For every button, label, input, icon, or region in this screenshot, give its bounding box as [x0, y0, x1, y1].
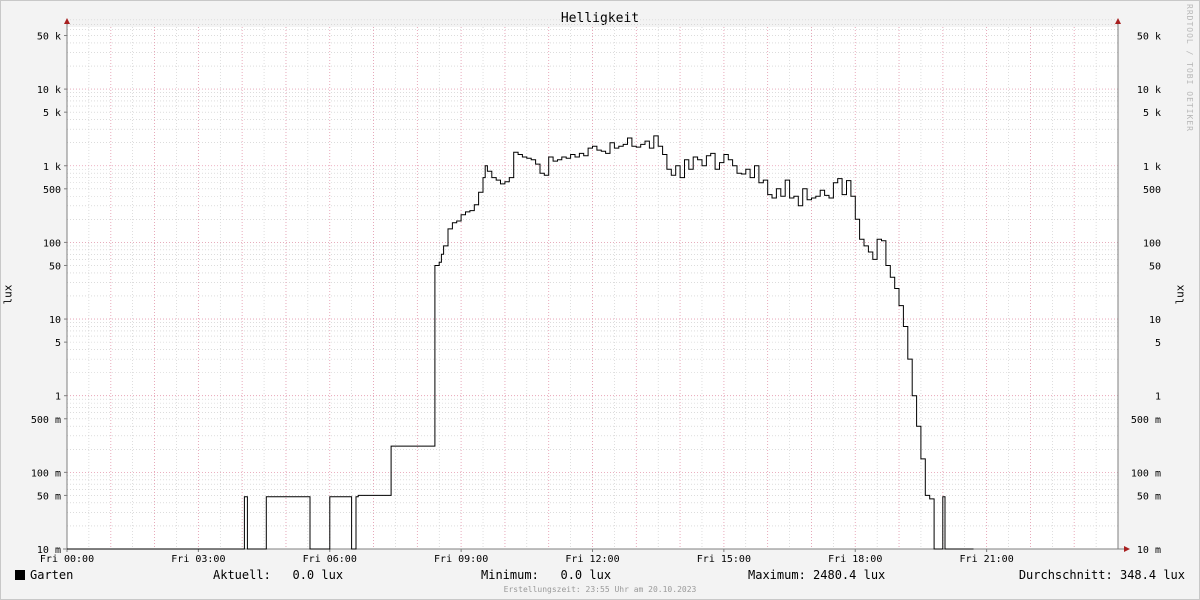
- y-tick-label-right: 5 k: [1143, 108, 1161, 119]
- y-tick-label-left: 10 k: [37, 85, 61, 96]
- x-tick-label: Fri 18:00: [828, 554, 882, 565]
- y-tick-label-left: 100: [43, 238, 61, 249]
- stat-maximum: Maximum: 2480.4 lux: [748, 568, 885, 582]
- y-tick-label-right: 10 k: [1137, 85, 1161, 96]
- x-tick-label: Fri 00:00: [40, 554, 94, 565]
- x-axis-arrow: [1124, 546, 1130, 552]
- y-tick-label-right: 1 k: [1143, 162, 1161, 173]
- stat-average-label: Durchschnitt:: [1018, 568, 1113, 582]
- y-tick-label-right: 100 m: [1131, 468, 1161, 479]
- stat-average: Durchschnitt: 348.4 lux: [1019, 568, 1185, 582]
- y-tick-label-left: 50: [49, 261, 61, 272]
- stat-current-label: Aktuell:: [213, 568, 271, 582]
- stat-minimum: Minimum: 0.0 lux: [481, 568, 611, 582]
- y-tick-label-left: 5: [55, 338, 61, 349]
- y-tick-label-left: 5 k: [43, 108, 61, 119]
- stat-current: Aktuell: 0.0 lux: [213, 568, 343, 582]
- stat-maximum-label: Maximum:: [748, 568, 806, 582]
- x-tick-label: Fri 03:00: [171, 554, 225, 565]
- legend-swatch: [15, 570, 25, 580]
- x-tick-label: Fri 21:00: [960, 554, 1014, 565]
- legend: Garten Aktuell: 0.0 lux Minimum: 0.0 lux…: [15, 568, 1185, 584]
- x-tick-label: Fri 12:00: [565, 554, 619, 565]
- y-tick-label-left: 500: [43, 185, 61, 196]
- stat-minimum-label: Minimum:: [481, 568, 539, 582]
- stat-maximum-value: 2480.4 lux: [813, 568, 886, 582]
- y-tick-label-right: 10 m: [1137, 545, 1161, 556]
- y-tick-label-left: 1 k: [43, 162, 61, 173]
- y-tick-label-right: 50 m: [1137, 491, 1161, 502]
- chart-plot: 10 m 10 m50 m 50 m100 m 100 m500 m 500 m1 15 5…: [31, 18, 1161, 565]
- y-tick-label-right: 1: [1155, 392, 1161, 403]
- y-axis-right-arrow: [1115, 18, 1121, 24]
- legend-series-name: Garten: [30, 568, 74, 582]
- y-tick-label-left: 100 m: [31, 468, 61, 479]
- y-tick-label-right: 50 k: [1137, 32, 1161, 43]
- y-tick-label-right: 500 m: [1131, 415, 1161, 426]
- stat-average-value: 348.4 lux: [1119, 568, 1185, 582]
- y-tick-label-left: 50 k: [37, 32, 61, 43]
- y-axis-left-arrow: [64, 18, 70, 24]
- y-tick-label-left: 1: [55, 392, 61, 403]
- y-tick-label-right: 500: [1143, 185, 1161, 196]
- y-tick-label-right: 10: [1149, 315, 1161, 326]
- y-tick-label-right: 5: [1155, 338, 1161, 349]
- y-tick-label-left: 500 m: [31, 415, 61, 426]
- x-tick-label: Fri 09:00: [434, 554, 488, 565]
- y-tick-label-left: 10: [49, 315, 61, 326]
- x-tick-label: Fri 15:00: [697, 554, 751, 565]
- y-tick-label-right: 50: [1149, 261, 1161, 272]
- x-tick-label: Fri 06:00: [303, 554, 357, 565]
- footer-timestamp: Erstellungszeit: 23:55 Uhr am 20.10.2023: [503, 585, 697, 594]
- y-tick-label-right: 100: [1143, 238, 1161, 249]
- stat-minimum-value: 0.0 lux: [560, 568, 612, 582]
- y-tick-label-left: 50 m: [37, 491, 61, 502]
- stat-current-value: 0.0 lux: [292, 568, 344, 582]
